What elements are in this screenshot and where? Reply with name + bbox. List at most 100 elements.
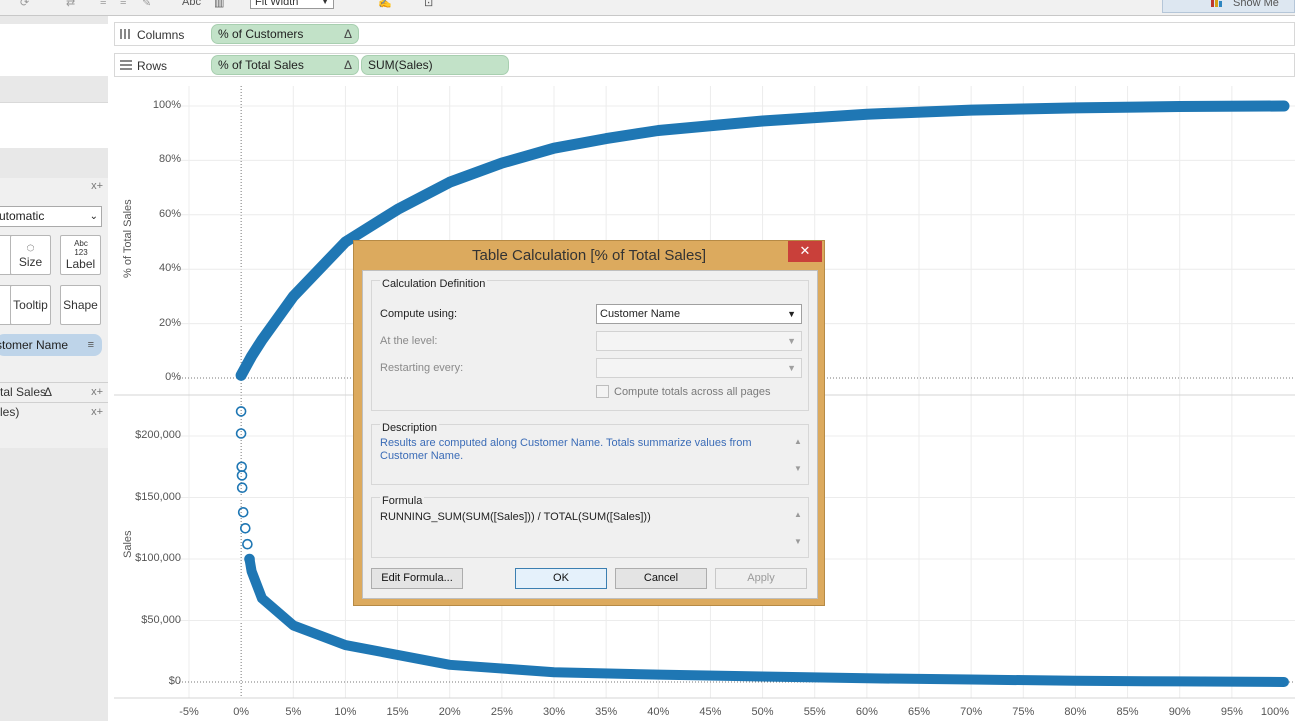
columns-shelf[interactable]: Columns % of Customers Δ — [114, 22, 1295, 46]
x-tick: 100% — [1260, 706, 1290, 718]
description-group: Description Results are computed along C… — [371, 422, 809, 485]
detail-pill-label: stomer Name — [0, 338, 69, 352]
fit-select[interactable]: Fit Width ▼ — [250, 0, 334, 9]
sales-point — [236, 461, 247, 473]
sales-point — [240, 522, 251, 534]
pages-card — [0, 24, 108, 76]
toolbar: ⟳ ⇄ ≡ ≡ ✎ Abc ▥ Fit Width ▼ ✍ ⊡ Show Me — [0, 0, 1295, 16]
expand-icon[interactable]: x+ — [91, 406, 103, 418]
scroll-up-icon: ▲ — [794, 510, 802, 519]
bottom-y-tick: $100,000 — [135, 552, 181, 564]
dialog-body: Calculation Definition Compute using: Cu… — [362, 270, 818, 599]
x-tick: 50% — [751, 706, 774, 718]
show-me-button[interactable]: Show Me — [1162, 0, 1295, 13]
chevron-down-icon: ▼ — [321, 0, 329, 6]
x-tick: 30% — [542, 706, 566, 718]
pill-label: % of Total Sales — [218, 58, 304, 72]
rows-pill-sum-sales[interactable]: SUM(Sales) — [361, 55, 509, 75]
description-title: Description — [380, 422, 440, 434]
highlight-icon[interactable]: ✎ — [142, 0, 151, 10]
label-icon: Abc 123 — [74, 239, 88, 257]
delta-icon: Δ — [343, 27, 352, 41]
restarting-every-select[interactable]: ▼ — [596, 358, 802, 378]
label-toggle-icon[interactable]: Abc — [182, 0, 201, 10]
scroll-down-icon: ▼ — [794, 537, 802, 546]
scroll-down-icon: ▼ — [794, 464, 802, 473]
x-tick: 70% — [960, 706, 983, 718]
scroll-up-icon: ▲ — [794, 437, 802, 446]
swap-icon[interactable]: ⇄ — [66, 0, 75, 10]
compute-totals-label: Compute totals across all pages — [614, 386, 771, 398]
columns-icon — [120, 29, 130, 39]
formula-scrollbar[interactable]: ▲ ▼ — [794, 510, 804, 552]
size-icon: ◌ — [26, 239, 35, 255]
show-me-label: Show Me — [1233, 0, 1279, 9]
description-scrollbar[interactable]: ▲ ▼ — [794, 437, 804, 479]
close-button[interactable]: ✕ — [788, 241, 822, 262]
x-tick: 75% — [1012, 706, 1035, 718]
formula-text: RUNNING_SUM(SUM([Sales])) / TOTAL(SUM([S… — [380, 511, 651, 523]
x-tick: -5% — [179, 706, 199, 718]
top-y-tick: 60% — [158, 207, 181, 220]
x-tick: 5% — [285, 706, 302, 718]
calculation-definition-group: Calculation Definition Compute using: Cu… — [371, 278, 809, 411]
sort-asc-icon[interactable]: ≡ — [100, 0, 106, 10]
delta-icon: Δ — [44, 385, 53, 399]
marks-row-sales[interactable]: les) x+ — [0, 402, 108, 422]
left-panel: x+ utomatic ⌄ ◌ Size Abc 123 Label Toolt… — [0, 16, 108, 721]
top-y-tick: 20% — [158, 316, 181, 329]
sort-desc-icon[interactable]: ≡ — [120, 0, 126, 10]
description-text: Results are computed along Customer Name… — [380, 437, 752, 462]
mark-type-select[interactable]: utomatic ⌄ — [0, 206, 102, 227]
top-y-tick: 0% — [165, 371, 181, 383]
at-level-select[interactable]: ▼ — [596, 331, 802, 351]
pill-label: % of Customers — [218, 27, 304, 41]
marks-row-label: les) — [0, 405, 20, 419]
fit-select-value: Fit Width — [255, 0, 299, 8]
x-tick: 65% — [907, 706, 931, 718]
x-tick: 45% — [699, 706, 722, 718]
compute-using-select[interactable]: Customer Name ▼ — [596, 304, 802, 324]
columns-pill-pct-customers[interactable]: % of Customers Δ — [211, 24, 359, 44]
chevron-down-icon: ▼ — [787, 309, 796, 319]
show-me-bars-icon — [1211, 0, 1222, 7]
rows-shelf[interactable]: Rows % of Total Sales Δ SUM(Sales) — [114, 53, 1295, 77]
apply-button[interactable]: Apply — [715, 568, 807, 589]
sales-point — [242, 538, 253, 550]
edit-formula-button[interactable]: Edit Formula... — [371, 568, 463, 589]
x-tick: 80% — [1064, 706, 1087, 718]
columns-label: Columns — [137, 28, 185, 42]
label-button[interactable]: Abc 123 Label — [60, 235, 101, 275]
detail-pill-customer-name[interactable]: stomer Name ≡ — [0, 334, 102, 356]
chevron-down-icon: ⌄ — [89, 211, 98, 222]
annotate-icon[interactable]: ✍ — [378, 0, 392, 10]
expand-icon[interactable]: x+ — [91, 386, 103, 398]
rows-icon — [120, 60, 132, 70]
remove-add-icon[interactable]: x+ — [91, 180, 103, 192]
size-button[interactable]: ◌ Size — [10, 235, 51, 275]
presentation-icon[interactable]: ⊡ — [424, 0, 433, 10]
formula-group: Formula RUNNING_SUM(SUM([Sales])) / TOTA… — [371, 495, 809, 558]
ok-button[interactable]: OK — [515, 568, 607, 589]
shape-button[interactable]: Shape — [60, 285, 101, 325]
sales-point — [236, 470, 248, 481]
label-label: Label — [65, 257, 96, 271]
x-tick: 95% — [1220, 706, 1243, 718]
x-tick: 85% — [1116, 706, 1139, 718]
tableau-workspace: ⟳ ⇄ ≡ ≡ ✎ Abc ▥ Fit Width ▼ ✍ ⊡ Show Me … — [0, 0, 1295, 721]
tooltip-button[interactable]: Tooltip — [10, 285, 51, 325]
refresh-icon[interactable]: ⟳ — [20, 0, 29, 10]
bottom-y-tick: $200,000 — [135, 429, 181, 441]
mark-type-value: utomatic — [0, 209, 45, 223]
sales-point — [237, 506, 249, 518]
cancel-button[interactable]: Cancel — [615, 568, 707, 589]
compute-totals-checkbox[interactable] — [596, 385, 609, 398]
x-tick: 0% — [233, 706, 250, 718]
top-y-tick: 80% — [158, 153, 181, 166]
compute-using-label: Compute using: — [380, 308, 458, 320]
sort-icon: ≡ — [87, 339, 94, 351]
rows-pill-pct-total-sales[interactable]: % of Total Sales Δ — [211, 55, 359, 75]
marks-row-total-sales[interactable]: tal Sales Δ x+ — [0, 382, 108, 402]
fix-axes-icon[interactable]: ▥ — [214, 0, 224, 10]
x-tick: 35% — [595, 706, 618, 718]
